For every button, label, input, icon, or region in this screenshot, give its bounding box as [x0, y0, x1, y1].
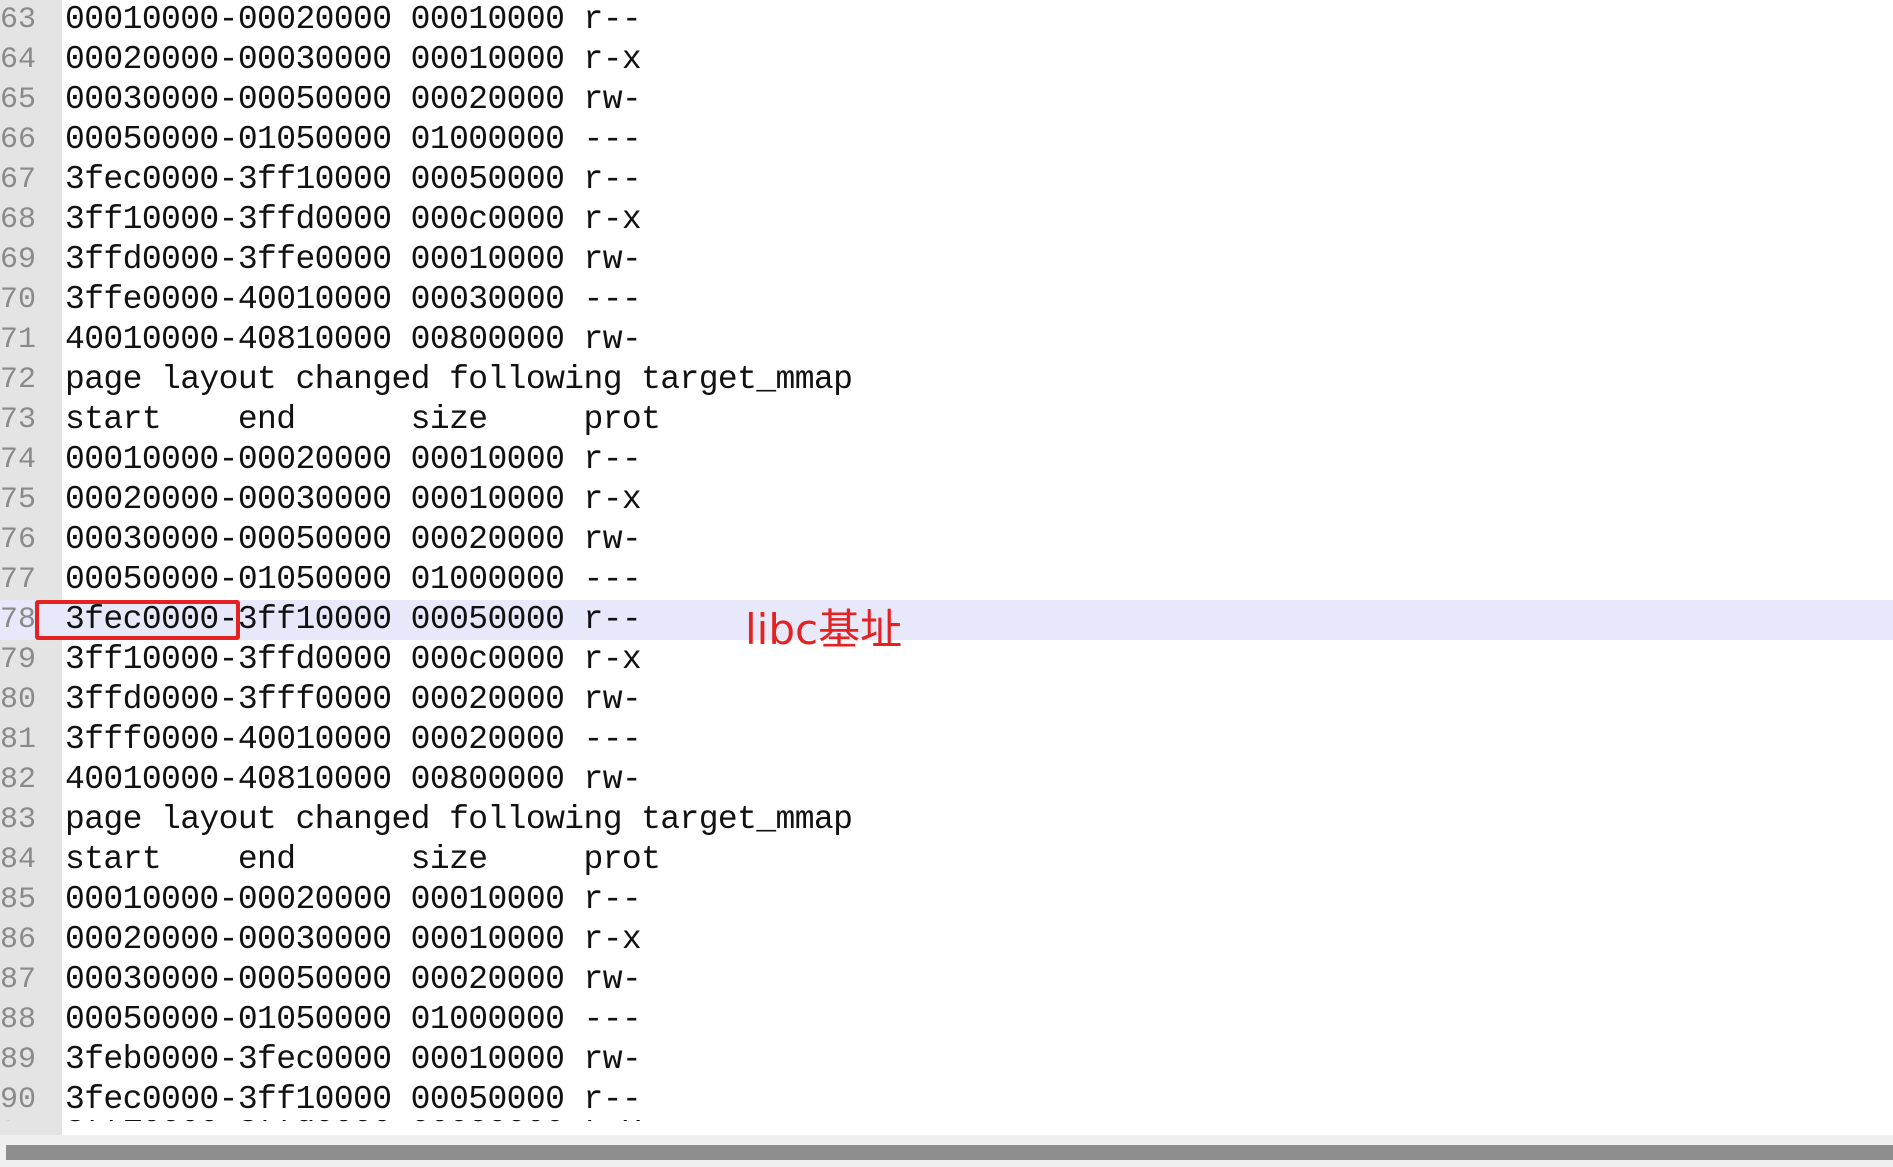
- code-line[interactable]: 83 page layout changed following target_m…: [0, 800, 1893, 840]
- line-number: 70: [0, 283, 37, 317]
- code-line[interactable]: 81 3fff0000-40010000 00020000 ---: [0, 720, 1893, 760]
- line-text: 00010000-00020000 00010000 r--: [65, 441, 642, 478]
- code-line[interactable]: 77 00050000-01050000 01000000 ---: [0, 560, 1893, 600]
- line-number: 81: [0, 723, 37, 757]
- code-line[interactable]: 90 3fec0000-3ff10000 00050000 r--: [0, 1080, 1893, 1120]
- line-text: 00010000-00020000 00010000 r--: [65, 881, 642, 918]
- line-number: 86: [0, 923, 37, 957]
- line-text: start end size prot: [65, 401, 661, 438]
- code-line[interactable]: 76 00030000-00050000 00020000 rw-: [0, 520, 1893, 560]
- code-line[interactable]: 75 00020000-00030000 00010000 r-x: [0, 480, 1893, 520]
- line-text: 3ff10000-3ffd0000 000c0000 r-x: [65, 1120, 642, 1133]
- line-text: 00030000-00050000 00020000 rw-: [65, 521, 642, 558]
- code-line[interactable]: 67 3fec0000-3ff10000 00050000 r--: [0, 160, 1893, 200]
- code-line[interactable]: 87 00030000-00050000 00020000 rw-: [0, 960, 1893, 1000]
- code-line[interactable]: 72 page layout changed following target_m…: [0, 360, 1893, 400]
- libc-base-highlight-box: [35, 600, 240, 640]
- text-editor[interactable]: 63 00010000-00020000 00010000 r-- 64 00020…: [0, 0, 1893, 1167]
- line-text: 40010000-40810000 00800000 rw-: [65, 321, 642, 358]
- code-line[interactable]: 85 00010000-00020000 00010000 r--: [0, 880, 1893, 920]
- code-line[interactable]: 79 3ff10000-3ffd0000 000c0000 r-x: [0, 640, 1893, 680]
- code-line[interactable]: 84 start end size prot: [0, 840, 1893, 880]
- line-text: 3fff0000-40010000 00020000 ---: [65, 721, 642, 758]
- line-number: 77: [0, 563, 37, 597]
- line-text: page layout changed following target_mma…: [65, 361, 853, 398]
- current-code-line[interactable]: 78 3fec0000-3ff10000 00050000 r--: [0, 600, 1893, 640]
- line-number: 69: [0, 243, 37, 277]
- code-line[interactable]: 68 3ff10000-3ffd0000 000c0000 r-x: [0, 200, 1893, 240]
- line-number: 89: [0, 1043, 37, 1077]
- line-text: 40010000-40810000 00800000 rw-: [65, 761, 642, 798]
- horizontal-scrollbar[interactable]: [0, 1135, 1893, 1167]
- line-number: 91: [0, 1120, 42, 1133]
- line-number: 90: [0, 1083, 37, 1117]
- partially-visible-line: 91 3ff10000-3ffd0000 000c0000 r-x: [0, 1120, 1893, 1135]
- line-text: 00030000-00050000 00020000 rw-: [65, 81, 642, 118]
- line-number: 76: [0, 523, 37, 557]
- code-line[interactable]: 82 40010000-40810000 00800000 rw-: [0, 760, 1893, 800]
- code-line[interactable]: 73 start end size prot: [0, 400, 1893, 440]
- code-line[interactable]: 88 00050000-01050000 01000000 ---: [0, 1000, 1893, 1040]
- line-text: 00050000-01050000 01000000 ---: [65, 121, 642, 158]
- line-number: 72: [0, 363, 37, 397]
- code-line[interactable]: 69 3ffd0000-3ffe0000 00010000 rw-: [0, 240, 1893, 280]
- line-text: 00010000-00020000 00010000 r--: [65, 1, 642, 38]
- line-text: 00030000-00050000 00020000 rw-: [65, 961, 642, 998]
- line-number: 82: [0, 763, 37, 797]
- libc-base-annotation: libc基址: [745, 605, 903, 654]
- line-number: 74: [0, 443, 37, 477]
- line-text: start end size prot: [65, 841, 661, 878]
- line-number: 84: [0, 843, 37, 877]
- code-line[interactable]: 63 00010000-00020000 00010000 r--: [0, 0, 1893, 40]
- code-line[interactable]: 64 00020000-00030000 00010000 r-x: [0, 40, 1893, 80]
- line-number: 65: [0, 83, 37, 117]
- line-text: 3fec0000-3ff10000 00050000 r--: [65, 161, 642, 198]
- line-text: 3ff10000-3ffd0000 000c0000 r-x: [65, 201, 642, 238]
- line-number: 79: [0, 643, 37, 677]
- code-line[interactable]: 89 3feb0000-3fec0000 00010000 rw-: [0, 1040, 1893, 1080]
- line-number: 64: [0, 43, 37, 77]
- line-number: 63: [0, 3, 37, 37]
- line-number: 87: [0, 963, 37, 997]
- line-text: page layout changed following target_mma…: [65, 801, 853, 838]
- line-number: 73: [0, 403, 37, 437]
- code-line[interactable]: 74 00010000-00020000 00010000 r--: [0, 440, 1893, 480]
- line-number: 80: [0, 683, 37, 717]
- line-number: 83: [0, 803, 37, 837]
- line-text: 3feb0000-3fec0000 00010000 rw-: [65, 1041, 642, 1078]
- line-text: 3ffd0000-3fff0000 00020000 rw-: [65, 681, 642, 718]
- line-text: 3ffd0000-3ffe0000 00010000 rw-: [65, 241, 642, 278]
- line-number: 71: [0, 323, 37, 357]
- code-line[interactable]: 80 3ffd0000-3fff0000 00020000 rw-: [0, 680, 1893, 720]
- line-text: 00050000-01050000 01000000 ---: [65, 561, 642, 598]
- line-text: 00020000-00030000 00010000 r-x: [65, 921, 642, 958]
- line-number: 75: [0, 483, 37, 517]
- line-number: 67: [0, 163, 37, 197]
- line-number: 66: [0, 123, 37, 157]
- code-line[interactable]: 71 40010000-40810000 00800000 rw-: [0, 320, 1893, 360]
- line-text: 00050000-01050000 01000000 ---: [65, 1001, 642, 1038]
- code-line[interactable]: 65 00030000-00050000 00020000 rw-: [0, 80, 1893, 120]
- line-number: 68: [0, 203, 37, 237]
- code-line[interactable]: 70 3ffe0000-40010000 00030000 ---: [0, 280, 1893, 320]
- line-text: 00020000-00030000 00010000 r-x: [65, 481, 642, 518]
- line-number: 85: [0, 883, 37, 917]
- line-text: 3ffe0000-40010000 00030000 ---: [65, 281, 642, 318]
- editor-content[interactable]: 63 00010000-00020000 00010000 r-- 64 00020…: [0, 0, 1893, 1120]
- line-text: 3ff10000-3ffd0000 000c0000 r-x: [65, 641, 642, 678]
- scrollbar-thumb[interactable]: [6, 1145, 1893, 1160]
- line-text: 00020000-00030000 00010000 r-x: [65, 41, 642, 78]
- code-line[interactable]: 86 00020000-00030000 00010000 r-x: [0, 920, 1893, 960]
- code-line[interactable]: 66 00050000-01050000 01000000 ---: [0, 120, 1893, 160]
- line-number: 88: [0, 1003, 37, 1037]
- line-text: 3fec0000-3ff10000 00050000 r--: [65, 1081, 642, 1118]
